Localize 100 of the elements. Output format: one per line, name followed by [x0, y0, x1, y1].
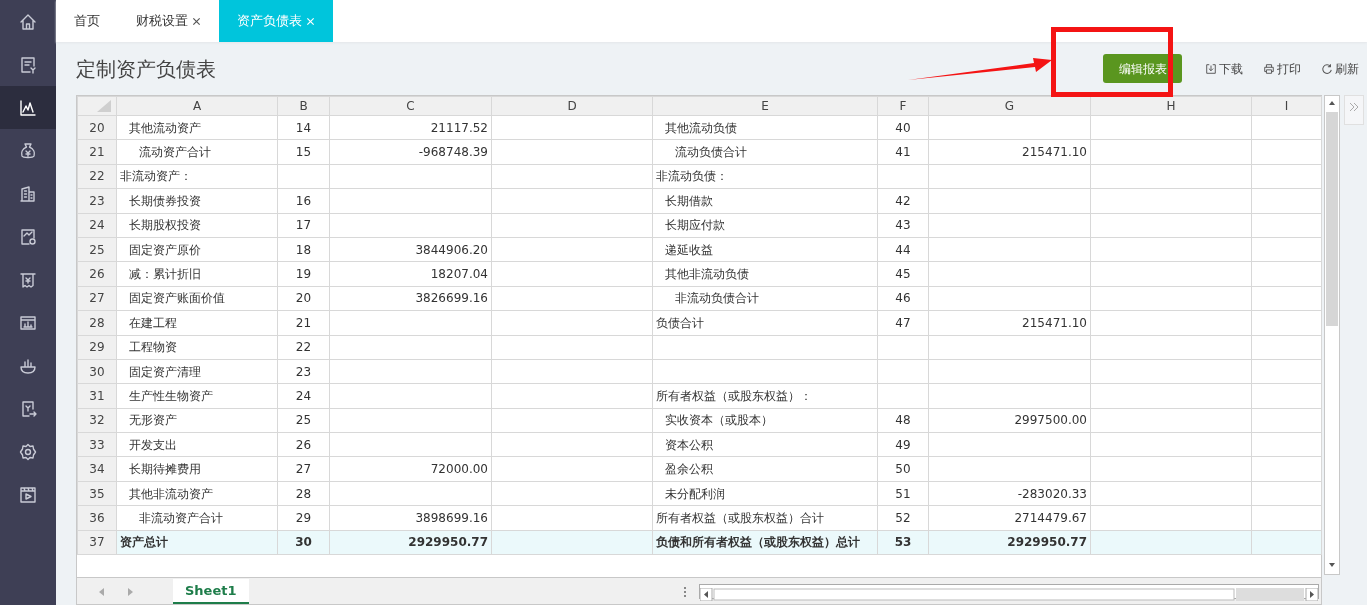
table-cell: 无形资产 — [116, 408, 278, 433]
row-header[interactable]: 36 — [77, 505, 117, 531]
table-cell: 46 — [877, 286, 929, 311]
table-cell: 19 — [277, 261, 330, 287]
table-cell: 其他非流动资产 — [116, 481, 278, 506]
table-cell: 41 — [877, 139, 929, 165]
table-cell: 所有者权益（或股东权益）： — [652, 383, 878, 409]
table-cell: 3826699.16 — [329, 286, 492, 311]
row-header[interactable]: 31 — [77, 383, 117, 409]
refresh-button[interactable]: 刷新 — [1321, 59, 1359, 78]
side-panel-toggle[interactable] — [1344, 95, 1364, 125]
tab[interactable]: 财税设置 — [118, 0, 219, 42]
column-header[interactable]: C — [329, 96, 492, 116]
table-cell: 负债和所有者权益（或股东权益）总计 — [652, 530, 878, 555]
table-cell: 非流动负债： — [652, 164, 878, 189]
table-cell: 16 — [277, 188, 330, 214]
invoice-icon — [18, 54, 38, 75]
table-cell: 长期借款 — [652, 188, 878, 214]
row-header[interactable]: 20 — [77, 115, 117, 140]
table-cell: 18 — [277, 237, 330, 262]
table-cell: 流动负债合计 — [652, 139, 878, 165]
table-cell: 固定资产清理 — [116, 359, 278, 384]
table-cell: 其他流动资产 — [116, 115, 278, 140]
building-icon — [18, 183, 38, 204]
row-header[interactable]: 25 — [77, 237, 117, 262]
table-cell: 资本公积 — [652, 432, 878, 457]
row-header[interactable]: 29 — [77, 335, 117, 360]
column-header[interactable]: F — [877, 96, 929, 116]
table-cell: 21117.52 — [329, 115, 492, 140]
table-cell: 实收资本（或股本） — [652, 408, 878, 433]
refresh-icon — [1321, 62, 1333, 75]
horizontal-scrollbar[interactable] — [699, 584, 1319, 599]
row-header[interactable]: 26 — [77, 261, 117, 287]
table-cell: 非流动资产合计 — [116, 505, 278, 531]
table-cell: 2714479.67 — [928, 505, 1091, 531]
table-cell: 22 — [277, 335, 330, 360]
vertical-scrollbar[interactable] — [1324, 95, 1340, 575]
row-header[interactable]: 28 — [77, 310, 117, 335]
table-cell: 28 — [277, 481, 330, 506]
table-cell: 17 — [277, 213, 330, 238]
column-header[interactable]: D — [491, 96, 653, 116]
row-header[interactable]: 27 — [77, 286, 117, 311]
table-cell: 长期应付款 — [652, 213, 878, 238]
table-cell: 18207.04 — [329, 261, 492, 287]
table-cell: 26 — [277, 432, 330, 457]
sidebar-item[interactable] — [0, 86, 56, 129]
table-cell: 其他流动负债 — [652, 115, 878, 140]
table-cell: 24 — [277, 383, 330, 409]
table-cell: 工程物资 — [116, 335, 278, 360]
double-chevron-icon — [1349, 102, 1359, 112]
print-icon — [1263, 62, 1275, 75]
column-header[interactable]: A — [116, 96, 278, 116]
table-cell: 215471.10 — [928, 139, 1091, 165]
table-cell: 42 — [877, 188, 929, 214]
splitter-handle-icon[interactable] — [683, 585, 687, 598]
sheet-tab[interactable]: Sheet1 — [173, 579, 249, 604]
column-header[interactable]: H — [1090, 96, 1252, 116]
row-header[interactable]: 34 — [77, 456, 117, 482]
table-cell: 14 — [277, 115, 330, 140]
table-cell: 72000.00 — [329, 456, 492, 482]
table-cell: 长期股权投资 — [116, 213, 278, 238]
row-header[interactable]: 33 — [77, 432, 117, 457]
table-cell: 生产性生物资产 — [116, 383, 278, 409]
row-header[interactable]: 22 — [77, 164, 117, 189]
table-cell: 40 — [877, 115, 929, 140]
column-header[interactable]: G — [928, 96, 1091, 116]
table-cell: 其他非流动负债 — [652, 261, 878, 287]
print-button[interactable]: 打印 — [1263, 59, 1301, 78]
table-cell: 29 — [277, 505, 330, 531]
row-header[interactable]: 32 — [77, 408, 117, 433]
row-header[interactable]: 23 — [77, 188, 117, 214]
table-cell: 流动资产合计 — [116, 139, 278, 165]
table-cell: 25 — [277, 408, 330, 433]
line-chart-icon — [18, 97, 38, 118]
table-cell: 50 — [877, 456, 929, 482]
table-cell: 在建工程 — [116, 310, 278, 335]
table-cell: 所有者权益（或股东权益）合计 — [652, 505, 878, 531]
row-header[interactable]: 35 — [77, 481, 117, 506]
table-cell: 2929950.77 — [928, 530, 1091, 555]
video-icon — [18, 484, 38, 505]
row-header[interactable]: 21 — [77, 139, 117, 165]
column-header[interactable]: E — [652, 96, 878, 116]
money-bag-icon — [18, 140, 38, 161]
row-header[interactable]: 30 — [77, 359, 117, 384]
table-cell: 盈余公积 — [652, 456, 878, 482]
download-button[interactable]: 下载 — [1205, 59, 1243, 78]
report-chart-icon — [18, 226, 38, 247]
row-header[interactable]: 24 — [77, 213, 117, 238]
row-header[interactable]: 37 — [77, 530, 117, 555]
column-header[interactable]: I — [1251, 96, 1322, 116]
table-cell: -283020.33 — [928, 481, 1091, 506]
table-cell: 固定资产原价 — [116, 237, 278, 262]
close-icon[interactable] — [192, 16, 201, 26]
table-cell: 44 — [877, 237, 929, 262]
table-cell: 48 — [877, 408, 929, 433]
tab[interactable]: 首页 — [56, 0, 118, 42]
column-header[interactable]: B — [277, 96, 330, 116]
table-cell: 递延收益 — [652, 237, 878, 262]
edit-report-button[interactable]: 编辑报表 — [1103, 54, 1182, 83]
table-cell: 23 — [277, 359, 330, 384]
